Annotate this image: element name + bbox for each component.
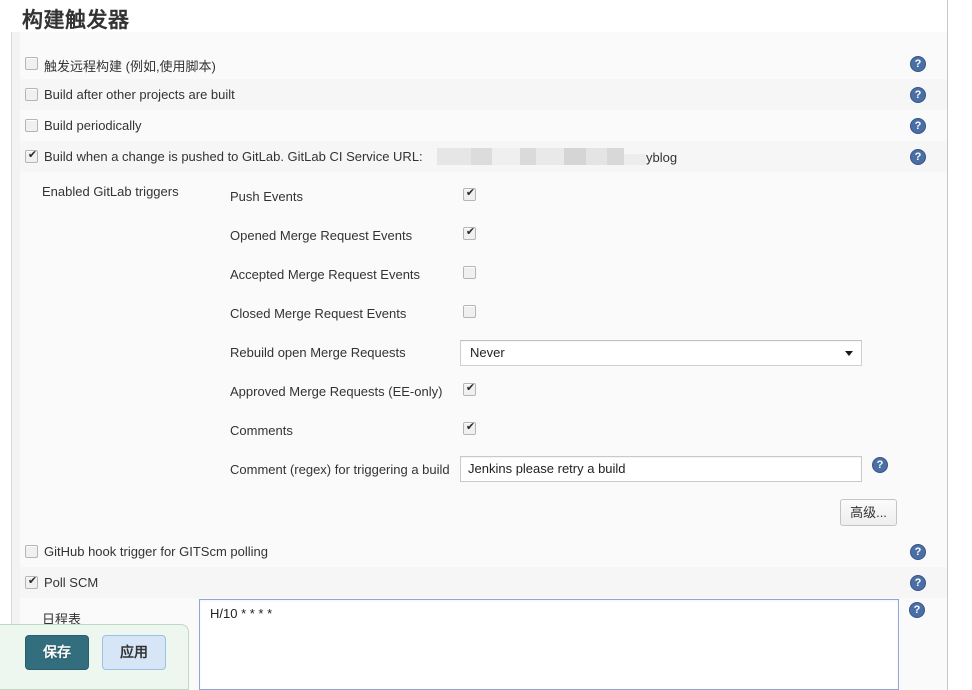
label-build-periodically: Build periodically bbox=[44, 118, 142, 133]
checkbox-closed-merge-request-events[interactable] bbox=[463, 305, 476, 318]
label-gitlab-push: Build when a change is pushed to GitLab.… bbox=[44, 149, 423, 164]
help-icon-github-hook[interactable] bbox=[910, 544, 926, 560]
help-icon-build-periodically[interactable] bbox=[910, 118, 926, 134]
checkbox-push-events[interactable] bbox=[463, 188, 476, 201]
help-icon-after-other-projects[interactable] bbox=[910, 87, 926, 103]
panel-right-border bbox=[947, 0, 948, 690]
page-right-margin bbox=[948, 0, 972, 690]
advanced-button[interactable]: 高级... bbox=[840, 499, 897, 526]
checkbox-after-other-projects[interactable] bbox=[25, 88, 38, 101]
label-accepted-merge-request-events: Accepted Merge Request Events bbox=[230, 267, 420, 282]
checkbox-github-hook[interactable] bbox=[25, 545, 38, 558]
help-icon-comment-regex[interactable] bbox=[872, 457, 888, 473]
schedule-value: H/10 * * * * bbox=[210, 606, 272, 621]
checkbox-accepted-merge-request-events[interactable] bbox=[463, 266, 476, 279]
trigger-row-github-hook[interactable]: GitHub hook trigger for GITScm polling bbox=[20, 536, 947, 567]
label-closed-merge-request-events: Closed Merge Request Events bbox=[230, 306, 406, 321]
label-rebuild-open-merge-requests: Rebuild open Merge Requests bbox=[230, 345, 406, 360]
redacted-gitlab-ci-url bbox=[437, 148, 646, 165]
select-rebuild-open-merge-requests[interactable]: Never bbox=[460, 340, 862, 366]
help-icon-schedule[interactable] bbox=[909, 602, 925, 618]
checkbox-trigger-remote[interactable] bbox=[25, 57, 38, 70]
checkbox-build-periodically[interactable] bbox=[25, 119, 38, 132]
label-push-events: Push Events bbox=[230, 189, 303, 204]
help-icon-gitlab-push[interactable] bbox=[910, 149, 926, 165]
chevron-down-icon bbox=[845, 351, 853, 356]
checkbox-gitlab-push[interactable] bbox=[25, 150, 38, 163]
trigger-row-after-other-projects[interactable]: Build after other projects are built bbox=[20, 79, 947, 110]
label-after-other-projects: Build after other projects are built bbox=[44, 87, 235, 102]
page-title: 构建触发器 bbox=[22, 4, 130, 34]
checkbox-comments[interactable] bbox=[463, 422, 476, 435]
save-button[interactable]: 保存 bbox=[25, 635, 89, 670]
enabled-gitlab-triggers-label: Enabled GitLab triggers bbox=[42, 184, 179, 199]
checkbox-approved-merge-requests[interactable] bbox=[463, 383, 476, 396]
select-rebuild-value: Never bbox=[470, 345, 505, 360]
help-icon-trigger-remote[interactable] bbox=[910, 56, 926, 72]
label-comment-regex: Comment (regex) for triggering a build bbox=[230, 462, 450, 477]
checkbox-poll-scm[interactable] bbox=[25, 576, 38, 589]
label-github-hook: GitHub hook trigger for GITScm polling bbox=[44, 544, 268, 559]
floating-save-bar: 保存 应用 bbox=[0, 624, 189, 690]
help-icon-poll-scm[interactable] bbox=[910, 575, 926, 591]
checkbox-opened-merge-request-events[interactable] bbox=[463, 227, 476, 240]
label-approved-merge-requests: Approved Merge Requests (EE-only) bbox=[230, 384, 442, 399]
label-trigger-remote: 触发远程构建 (例如,使用脚本) bbox=[44, 56, 216, 75]
label-comments: Comments bbox=[230, 423, 293, 438]
trigger-row-remote[interactable]: 触发远程构建 (例如,使用脚本) bbox=[20, 48, 947, 79]
textarea-schedule[interactable]: H/10 * * * * bbox=[199, 599, 899, 690]
input-comment-regex[interactable]: Jenkins please retry a build bbox=[460, 456, 862, 482]
trigger-row-poll-scm[interactable]: Poll SCM bbox=[20, 567, 947, 598]
apply-button[interactable]: 应用 bbox=[102, 635, 166, 670]
panel-left-gutter bbox=[12, 32, 20, 690]
trigger-row-periodically[interactable]: Build periodically bbox=[20, 110, 947, 141]
gitlab-ci-url-tail: yblog bbox=[646, 150, 677, 165]
build-triggers-page: 构建触发器 触发远程构建 (例如,使用脚本) Build after other… bbox=[0, 0, 972, 690]
label-poll-scm: Poll SCM bbox=[44, 575, 98, 590]
label-opened-merge-request-events: Opened Merge Request Events bbox=[230, 228, 412, 243]
